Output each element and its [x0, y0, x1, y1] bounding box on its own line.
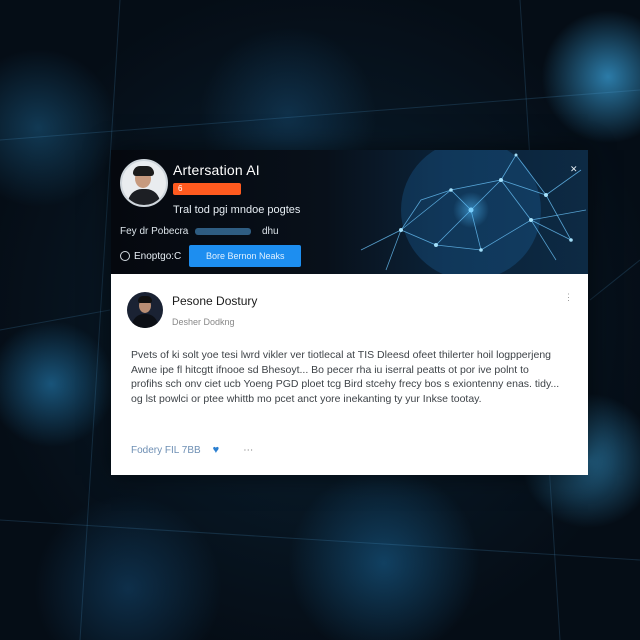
- follow-row: Enoptgo:C Bore Bernon Neaks: [120, 245, 302, 267]
- profile-card: Artersation AI 6 Tral tod pgi mndoe pogt…: [111, 150, 588, 475]
- globe-icon: [120, 251, 130, 261]
- network-graphic: [360, 150, 587, 274]
- meta-redacted-bar: [195, 227, 252, 235]
- following-label[interactable]: Enoptgo:C: [134, 251, 181, 262]
- like-icon[interactable]: ♥: [213, 444, 220, 456]
- post-author-avatar[interactable]: [127, 292, 163, 328]
- post-footer: Fodery FIL 7BB ♥ ⋯: [131, 444, 253, 456]
- close-icon[interactable]: ✕: [570, 164, 578, 175]
- follow-button[interactable]: Bore Bernon Neaks: [189, 245, 302, 267]
- post-footer-meta: Fodery FIL 7BB: [131, 444, 201, 456]
- post-body-text: Pvets of ki solt yoe tesi lwrd vikler ve…: [131, 349, 560, 405]
- profile-name: Artersation AI: [173, 162, 260, 178]
- post-menu-icon[interactable]: ⋮: [564, 292, 573, 303]
- badge-icon: 6: [178, 184, 183, 193]
- meta-prefix: Fey dr Pobecra: [120, 226, 189, 237]
- profile-avatar[interactable]: [120, 159, 168, 207]
- meta-suffix: dhu: [261, 226, 279, 237]
- profile-tagline: Tral tod pgi mndoe pogtes: [173, 204, 301, 216]
- status-badge: 6: [173, 183, 241, 195]
- profile-header: Artersation AI 6 Tral tod pgi mndoe pogt…: [111, 150, 588, 274]
- post-author-name[interactable]: Pesone Dostury: [172, 294, 257, 308]
- post-author-handle: Desher Dodkng: [172, 317, 235, 327]
- post-item: Pesone Dostury Desher Dodkng ⋮ Pvets of …: [111, 274, 588, 475]
- profile-meta: Fey dr Pobecra dhu: [120, 226, 279, 237]
- more-options-icon[interactable]: ⋯: [243, 445, 253, 456]
